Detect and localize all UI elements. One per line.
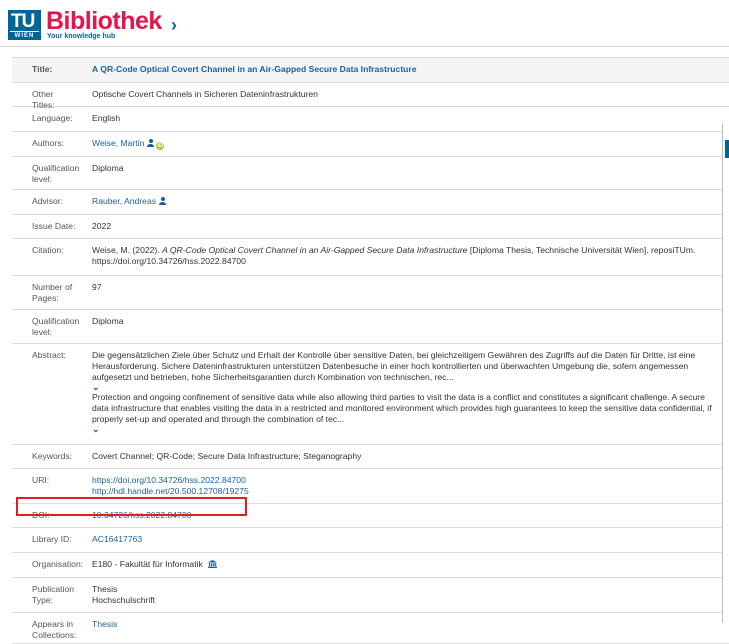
abstract-english: Protection and ongoing confinement of se… (92, 392, 712, 424)
keywords-value: Covert Channel; QR-Code; Secure Data Inf… (92, 451, 362, 461)
logo-tagline: Your knowledge hub (47, 33, 116, 40)
table-row: Other Titles: Optische Covert Channels i… (12, 83, 729, 110)
row-label: Qualification level: (32, 316, 80, 337)
table-row: Issue Date: 2022 (12, 215, 729, 239)
abstract-cell: Die gegensätzlichen Ziele über Schutz un… (84, 344, 729, 444)
row-label: DOI: (32, 510, 50, 520)
row-label: Advisor: (32, 196, 64, 206)
person-icon[interactable] (159, 197, 167, 205)
collections-cell: Thesis (84, 613, 729, 643)
logo-tu-text: TU (11, 11, 35, 32)
publication-type-1: Thesis (92, 584, 118, 594)
handle-uri-link[interactable]: http://hdl.handle.net/20.500.12708/19275 (92, 486, 249, 496)
pages-value: 97 (92, 282, 102, 292)
qualification-value: Diploma (92, 316, 124, 326)
orcid-icon[interactable]: iD (156, 142, 165, 150)
table-row: Publication Type: Thesis Hochschulschrif… (12, 578, 729, 613)
side-panel-edge (722, 124, 729, 623)
advisor-link[interactable]: Rauber, Andreas (92, 196, 156, 206)
table-row: Library ID: AC16417763 (12, 528, 729, 553)
chevron-down-icon[interactable]: ⌄ (92, 425, 723, 434)
row-label: Appears in Collections: (32, 619, 77, 640)
issue-date-value: 2022 (92, 221, 112, 231)
citation-prefix: Weise, M. (2022). (92, 245, 160, 255)
table-row: Appears in Collections: Thesis (12, 613, 729, 644)
authors-cell: Weise, Martin iD (84, 132, 729, 156)
publication-type-cell: Thesis Hochschulschrift (84, 578, 729, 612)
other-titles-value: Optische Covert Channels in Sicheren Dat… (92, 89, 318, 99)
title-value: A QR-Code Optical Covert Channel in an A… (92, 64, 417, 74)
row-label: Qualification level: (32, 163, 80, 184)
person-icon[interactable] (147, 139, 155, 147)
logo-wien-text: WIEN (10, 31, 39, 39)
doi-cell: 10.34726/hss.2022.84700 (84, 504, 729, 527)
item-metadata-table: Title: A QR-Code Optical Covert Channel … (12, 57, 729, 644)
chevron-down-icon[interactable]: ⌄ (92, 383, 723, 392)
publication-type-2: Hochschulschrift (92, 595, 156, 605)
table-row: Citation: Weise, M. (2022). A QR-Code Op… (12, 239, 729, 276)
uri-cell: https://doi.org/10.34726/hss.2022.84700 … (84, 469, 729, 503)
library-id-cell: AC16417763 (84, 528, 729, 552)
library-id-link[interactable]: AC16417763 (92, 534, 142, 544)
author-link[interactable]: Weise, Martin (92, 138, 144, 148)
organisation-cell: E180 - Fakultät für Informatik (84, 553, 729, 577)
abstract-german: Die gegensätzlichen Ziele über Schutz un… (92, 350, 696, 382)
table-row: Qualification level: Diploma (12, 310, 729, 344)
site-header: TU WIEN Bibliothek › Your knowledge hub (0, 0, 729, 47)
advisor-cell: Rauber, Andreas (84, 190, 729, 214)
logo-arrow-icon: › (171, 15, 177, 35)
citation-value: Weise, M. (2022). A QR-Code Optical Cove… (84, 239, 729, 275)
table-row: Language: English (12, 107, 729, 132)
table-row: Authors: Weise, Martin iD (12, 132, 729, 157)
collection-link[interactable]: Thesis (92, 619, 117, 629)
institution-icon[interactable] (208, 560, 218, 568)
table-row: Advisor: Rauber, Andreas (12, 190, 729, 215)
table-row: Title: A QR-Code Optical Covert Channel … (12, 58, 729, 83)
row-label: Citation: (32, 245, 64, 255)
table-row: Number of Pages: 97 (12, 276, 729, 310)
doi-uri-link[interactable]: https://doi.org/10.34726/hss.2022.84700 (92, 475, 246, 485)
table-row: DOI: 10.34726/hss.2022.84700 (12, 504, 729, 528)
row-label: Title: (32, 64, 53, 74)
table-row: Organisation: E180 - Fakultät für Inform… (12, 553, 729, 578)
row-label: Publication Type: (32, 584, 75, 605)
row-label: Other Titles: (32, 89, 55, 110)
qualification-value: Diploma (92, 163, 124, 173)
side-panel-tab[interactable] (725, 140, 729, 158)
row-label: Organisation: (32, 559, 84, 569)
table-row: Keywords: Covert Channel; QR-Code; Secur… (12, 445, 729, 469)
row-label: Keywords: (32, 451, 73, 461)
bibliothek-logo-text[interactable]: Bibliothek (46, 7, 162, 36)
language-value: English (92, 113, 121, 123)
row-label: URI: (32, 475, 50, 485)
row-label: Language: (32, 113, 73, 123)
row-label: Library ID: (32, 534, 72, 544)
doi-link[interactable]: 10.34726/hss.2022.84700 (92, 510, 191, 520)
table-row: URI: https://doi.org/10.34726/hss.2022.8… (12, 469, 729, 504)
table-row: Qualification level: Diploma (12, 157, 729, 190)
row-label: Issue Date: (32, 221, 76, 231)
row-label: Authors: (32, 138, 65, 148)
table-row: Abstract: Die gegensätzlichen Ziele über… (12, 344, 729, 445)
organisation-value: E180 - Fakultät für Informatik (92, 559, 203, 569)
row-label: Abstract: (32, 350, 66, 360)
row-label: Number of Pages: (32, 282, 73, 303)
tu-wien-logo[interactable]: TU WIEN (8, 10, 41, 40)
citation-title: A QR-Code Optical Covert Channel in an A… (162, 245, 468, 255)
